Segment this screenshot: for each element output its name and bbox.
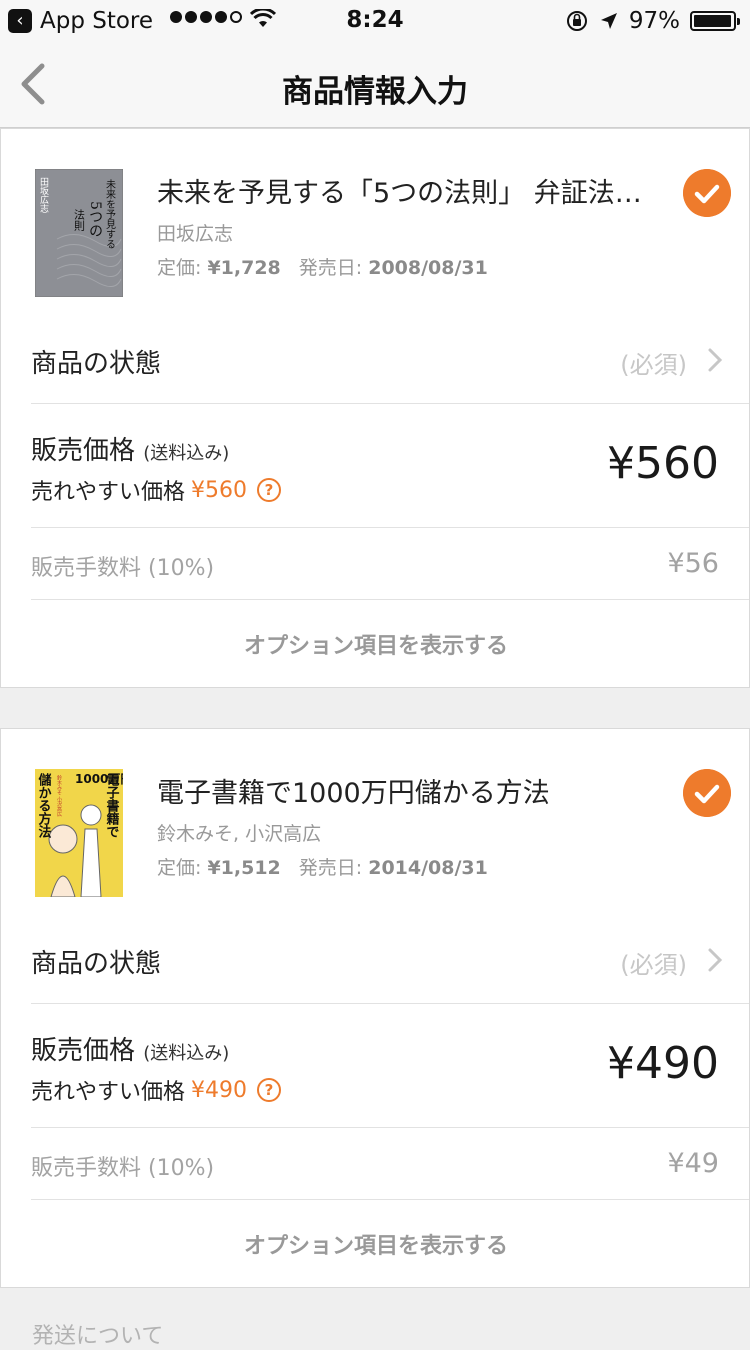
price-label: 販売価格 (送料込み)	[31, 1036, 230, 1066]
product-meta: 定価: ¥1,512 発売日: 2014/08/31	[157, 857, 488, 879]
price-row[interactable]: 販売価格 (送料込み) 売れやすい価格 ¥560 ? ¥560	[31, 403, 749, 527]
svg-text:法則: 法則	[73, 208, 86, 232]
product-title: 未来を予見する「5つの法則」 弁証法…	[157, 178, 642, 209]
price-label: 販売価格 (送料込み)	[31, 436, 230, 466]
navigation-bar: 商品情報入力	[0, 40, 750, 128]
location-icon	[600, 13, 617, 29]
recommended-price: 売れやすい価格 ¥490 ?	[31, 1074, 282, 1106]
recommended-price: 売れやすい価格 ¥560 ?	[31, 474, 282, 506]
product-meta: 定価: ¥1,728 発売日: 2008/08/31	[157, 257, 488, 279]
svg-text:1000万円: 1000万円	[75, 772, 123, 786]
help-icon[interactable]: ?	[257, 1078, 282, 1102]
price-input[interactable]: ¥560	[607, 438, 719, 489]
checkmark-icon[interactable]	[683, 169, 731, 217]
svg-text:鈴木みそ 小沢高広: 鈴木みそ 小沢高広	[56, 774, 62, 818]
price-input[interactable]: ¥490	[607, 1038, 719, 1089]
fee-value: ¥56	[667, 548, 719, 579]
condition-row[interactable]: 商品の状態 (必須)	[31, 921, 749, 1003]
fee-value: ¥49	[667, 1148, 719, 1179]
svg-text:未来を予見する: 未来を予見する	[104, 179, 116, 249]
battery-icon	[690, 11, 740, 31]
list-price: ¥1,728	[207, 257, 281, 279]
checkmark-icon[interactable]	[683, 769, 731, 817]
show-options-button[interactable]: オプション項目を表示する	[1, 1228, 750, 1260]
book-cover-image: 電子書籍で 1000万円 儲かる方法 鈴木みそ 小沢高広	[35, 769, 123, 897]
help-icon[interactable]: ?	[257, 478, 282, 502]
price-note: (送料込み)	[143, 443, 230, 464]
book-cover-image: 未来を予見する 5つの 法則 田坂広志	[35, 169, 123, 297]
svg-text:儲かる方法: 儲かる方法	[36, 772, 53, 839]
product-summary: 未来を予見する 5つの 法則 田坂広志 未来を予見する「5つの法則」 弁証法… …	[1, 129, 749, 321]
option-row: オプション項目を表示する	[31, 1199, 749, 1285]
condition-placeholder: (必須)	[620, 951, 687, 979]
price-note: (送料込み)	[143, 1043, 230, 1064]
condition-placeholder: (必須)	[620, 351, 687, 379]
condition-row[interactable]: 商品の状態 (必須)	[31, 321, 749, 403]
page-title: 商品情報入力	[282, 74, 468, 110]
section-heading-shipping: 発送について	[32, 1324, 164, 1349]
product-author: 鈴木みそ, 小沢高広	[157, 823, 322, 845]
release-date: 2014/08/31	[368, 857, 488, 879]
product-title: 電子書籍で1000万円儲かる方法	[157, 778, 550, 809]
show-options-button[interactable]: オプション項目を表示する	[1, 628, 750, 660]
fee-label: 販売手数料 (10%)	[31, 556, 215, 581]
product-summary: 電子書籍で 1000万円 儲かる方法 鈴木みそ 小沢高広 電子書籍で1000万円…	[1, 729, 749, 921]
fee-row: 販売手数料 (10%) ¥49	[31, 1127, 749, 1199]
product-author: 田坂広志	[157, 223, 234, 245]
option-row: オプション項目を表示する	[31, 599, 749, 685]
chevron-right-icon	[708, 948, 723, 972]
item-card-1: 未来を予見する 5つの 法則 田坂広志 未来を予見する「5つの法則」 弁証法… …	[0, 128, 750, 688]
orientation-lock-icon	[566, 11, 587, 31]
chevron-right-icon	[708, 348, 723, 372]
price-row[interactable]: 販売価格 (送料込み) 売れやすい価格 ¥490 ? ¥490	[31, 1003, 749, 1127]
condition-label: 商品の状態	[31, 349, 162, 379]
release-date: 2008/08/31	[368, 257, 488, 279]
item-card-2: 電子書籍で 1000万円 儲かる方法 鈴木みそ 小沢高広 電子書籍で1000万円…	[0, 728, 750, 1288]
svg-text:田坂広志: 田坂広志	[38, 177, 49, 213]
status-bar: ‹ App Store 8:24 97%	[0, 0, 750, 40]
condition-label: 商品の状態	[31, 949, 162, 979]
battery-percent: 97%	[628, 8, 680, 34]
svg-text:5つの: 5つの	[87, 201, 103, 238]
list-price: ¥1,512	[207, 857, 281, 879]
fee-label: 販売手数料 (10%)	[31, 1156, 215, 1181]
fee-row: 販売手数料 (10%) ¥56	[31, 527, 749, 599]
